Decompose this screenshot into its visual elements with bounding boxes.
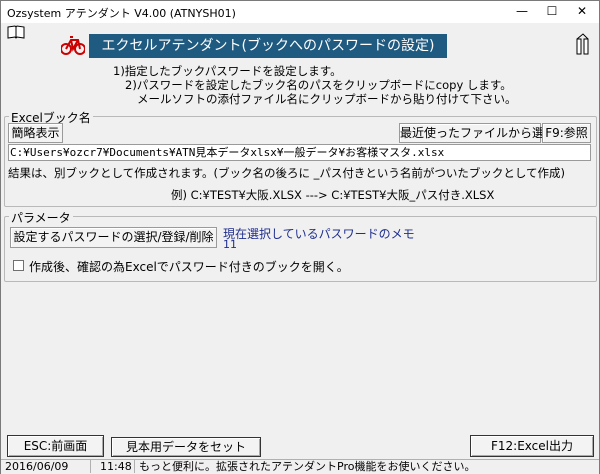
open-after-checkbox[interactable]	[13, 260, 24, 271]
instruction-line-3: メールソフトの添付ファイル名にクリップボードから貼り付けて下さい。	[137, 92, 517, 106]
f12-excel-output-button[interactable]: F12:Excel出力	[470, 435, 594, 457]
tower-icon	[576, 33, 590, 55]
result-note: 結果は、別ブックとして作成されます。(ブック名の後ろに _パス付きという名前がつ…	[8, 166, 566, 180]
bicycle-icon	[60, 34, 86, 56]
memo-value: 11	[223, 238, 237, 251]
status-message: もっと便利に。拡張されたアテンダントPro機能をお使いください。	[139, 460, 476, 473]
window-title: Ozsystem アテンダント V4.00 (ATNYSH01)	[7, 7, 236, 20]
close-button[interactable]: ✕	[567, 1, 597, 23]
status-bar: 2016/06/09 11:48 もっと便利に。拡張されたアテンダントPro機能…	[1, 459, 599, 474]
sample-data-button[interactable]: 見本用データをセット	[111, 437, 261, 457]
app-window: Ozsystem アテンダント V4.00 (ATNYSH01) — ☐ ✕ エ…	[0, 0, 600, 474]
excel-path-input[interactable]: C:¥Users¥ozcr7¥Documents¥ATN見本データxlsx¥一般…	[8, 144, 591, 161]
book-icon[interactable]	[7, 25, 25, 39]
recent-files-button[interactable]: 最近使ったファイルから選択	[399, 123, 556, 143]
title-bar[interactable]: Ozsystem アテンダント V4.00 (ATNYSH01) — ☐ ✕	[1, 1, 599, 23]
open-after-label[interactable]: 作成後、確認の為Excelでパスワード付きのブックを開く。	[29, 258, 349, 275]
memo-label: 現在選択しているパスワードのメモ	[223, 227, 415, 241]
simple-view-button[interactable]: 簡略表示	[8, 123, 63, 143]
status-date: 2016/06/09	[1, 460, 91, 473]
instruction-line-2: 2)パスワードを設定したブック名のパスをクリップボードにcopy します。	[125, 78, 512, 92]
minimize-button[interactable]: —	[507, 1, 537, 23]
page-title-banner: エクセルアテンダント(ブックへのパスワードの設定)	[89, 34, 447, 58]
parameter-group-title: パラメータ	[9, 209, 73, 226]
esc-back-button[interactable]: ESC:前画面	[7, 435, 104, 457]
example-text: 例) C:¥TEST¥大阪.XLSX ---> C:¥TEST¥大阪_パス付き.…	[171, 188, 495, 202]
instructions: 1)指定したブックパスワードを設定します。 2)パスワードを設定したブック名のパ…	[113, 64, 517, 106]
instruction-line-1: 1)指定したブックパスワードを設定します。	[113, 64, 342, 78]
select-password-button[interactable]: 設定するパスワードの選択/登録/削除	[10, 227, 217, 248]
status-time: 11:48	[91, 460, 135, 473]
maximize-button[interactable]: ☐	[537, 1, 567, 23]
f9-browse-button[interactable]: F9:参照	[542, 123, 591, 143]
